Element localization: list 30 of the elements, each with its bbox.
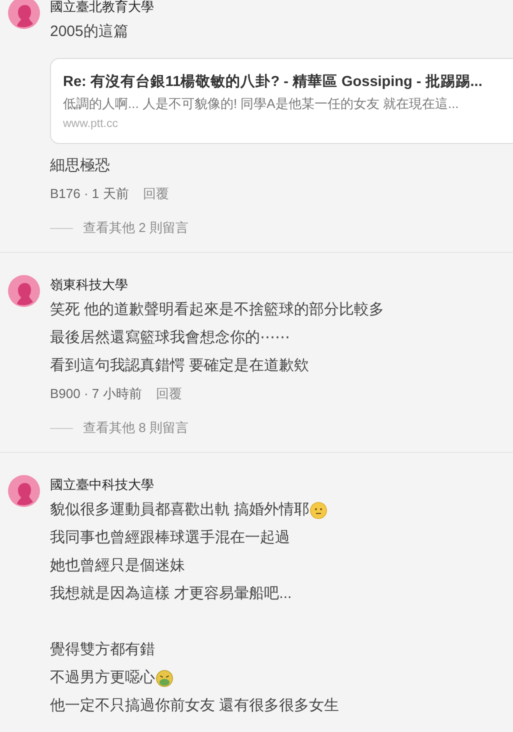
- comment-text: 我同事也曾經跟棒球選手混在一起過: [50, 528, 290, 548]
- avatar-icon: [8, 275, 40, 307]
- reply-link[interactable]: 回覆: [142, 180, 169, 208]
- link-title: Re: 有沒有台銀11楊敬敏的八卦? - 精華區 Gossiping - 批踢踢...: [63, 72, 484, 92]
- reply-link[interactable]: 回覆: [156, 380, 182, 408]
- comment-text: 最後居然還寫籃球我會想念你的⋯⋯: [50, 328, 290, 348]
- link-url: www.ptt.cc: [63, 117, 119, 132]
- neutral-face-emoji-icon: [310, 502, 328, 518]
- comment-text: 覺得雙方都有錯: [50, 640, 155, 660]
- comment-text: 貌似很多運動員都喜歡出軌 搞婚外情耶: [50, 500, 310, 520]
- comment-text: 細思極恐: [50, 156, 110, 176]
- school-name: 國立臺中科技大學: [50, 476, 155, 494]
- avatar-icon: [8, 475, 40, 507]
- author-time: B900 · 7 小時前: [50, 385, 142, 403]
- comment-text: 2005的這篇: [50, 22, 128, 42]
- more-replies-link[interactable]: 查看其他 8 則留言: [83, 418, 188, 438]
- comment-text: 不過男方更噁心: [50, 668, 155, 688]
- author-time: B176 · 1 天前: [50, 185, 129, 203]
- nauseated-face-emoji-icon: [156, 670, 173, 686]
- link-preview-card[interactable]: Re: 有沒有台銀11楊敬敏的八卦? - 精華區 Gossiping - 批踢踢... 低調的人啊... 人是不可貌像的! 同學A是他某一任的女友 就在現在這... www.ptt.cc: [50, 58, 513, 144]
- link-description: 低調的人啊... 人是不可貌像的! 同學A是他某一任的女友 就在現在這...: [63, 95, 460, 113]
- school-name: 嶺東科技大學: [50, 276, 129, 294]
- comment-text: 我想就是因為這樣 才更容易暈船吧...: [50, 584, 292, 604]
- school-name: 國立臺北教育大學: [50, 0, 155, 16]
- comment-text: 看到這句我認真錯愕 要確定是在道歉欸: [50, 356, 310, 376]
- more-replies-link[interactable]: 查看其他 2 則留言: [83, 218, 188, 238]
- comment-text: 她也曾經只是個迷妹: [50, 556, 185, 576]
- comment-text: 笑死 他的道歉聲明看起來是不捨籃球的部分比較多: [50, 300, 384, 320]
- comment-text: 他一定不只搞過你前女友 還有很多很多女生: [50, 696, 340, 716]
- avatar-icon: [8, 0, 40, 29]
